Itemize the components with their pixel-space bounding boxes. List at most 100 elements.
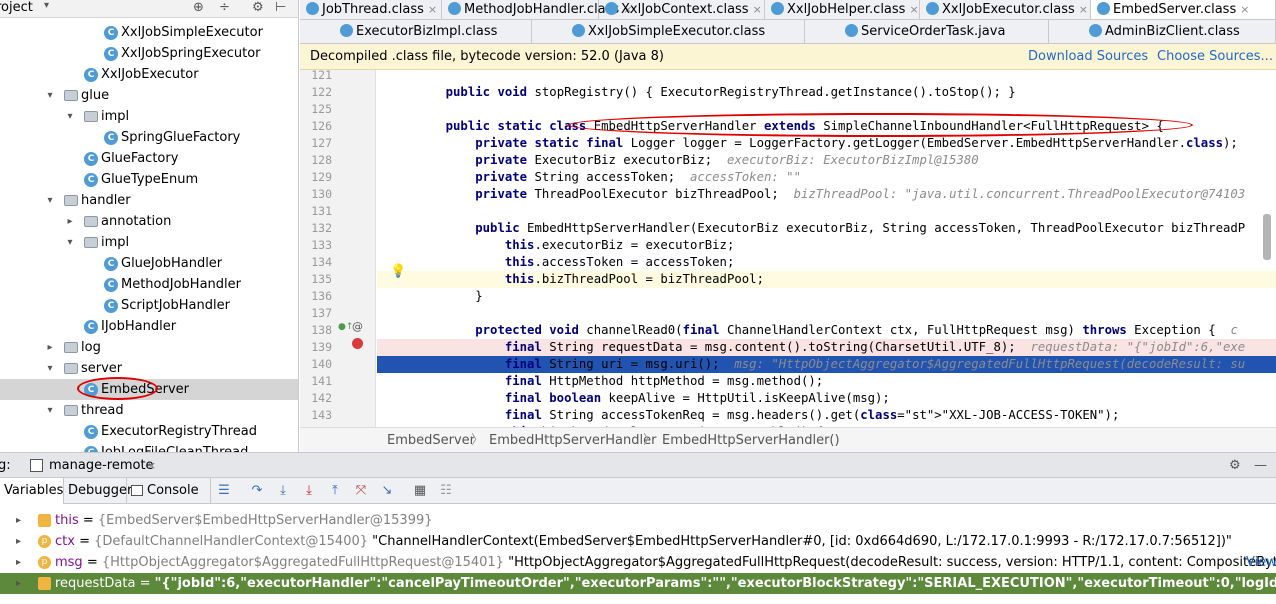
code-line[interactable]: this.accessToken = accessToken; <box>416 254 735 271</box>
gear-icon[interactable]: ⚙ <box>1229 453 1241 479</box>
tab-xxljobexecutor-class[interactable]: XxlJobExecutor.class × <box>920 0 1091 19</box>
chevron-right-icon[interactable]: ▸ <box>16 552 21 573</box>
tree-item[interactable]: C IJobHandler <box>0 316 298 337</box>
tree-item[interactable]: ▾ thread <box>0 400 298 421</box>
tree-item[interactable]: ▾ server <box>0 358 298 379</box>
tree-item[interactable]: C GlueTypeEnum <box>0 169 298 190</box>
menu-icon[interactable]: ☰ <box>216 483 232 499</box>
close-icon[interactable]: × <box>147 453 156 479</box>
variable-row[interactable]: ▸ p msg = {HttpObjectAggregator$Aggregated… <box>0 552 1276 573</box>
chevron-right-icon[interactable]: ▸ <box>16 573 21 594</box>
collapse-icon[interactable]: ÷ <box>219 0 230 15</box>
tab-methodjobhandler-class[interactable]: MethodJobHandler.class × <box>442 0 632 19</box>
step-into-icon[interactable]: ⤓ <box>275 483 291 499</box>
breadcrumb-item[interactable]: EmbedHttpServerHandler() <box>662 428 840 453</box>
evaluate-icon[interactable]: ▦ <box>412 483 428 499</box>
code-line[interactable]: final String accessTokenReq = msg.header… <box>416 407 1120 424</box>
debug-config-name[interactable]: manage-remote <box>49 453 154 479</box>
run-to-cursor-icon[interactable]: ↘ <box>379 483 395 499</box>
step-over-icon[interactable]: ↷ <box>249 483 265 499</box>
variable-row[interactable]: ▸ p ctx = {DefaultChannelHandlerContext@15… <box>0 531 1276 552</box>
code-line[interactable]: protected void channelRead0(final Channe… <box>416 322 1238 339</box>
tab-variables[interactable]: Variables <box>0 478 64 504</box>
code-line[interactable]: private String accessToken; accessToken:… <box>416 169 801 186</box>
close-icon[interactable]: × <box>753 3 762 16</box>
code-editor[interactable]: 121 122 125 126 127 128 129 130 131 132 133 134 135 1… <box>300 70 1276 427</box>
tab-embedserver-class[interactable]: EmbedServer.class × <box>1091 0 1276 19</box>
tree-item[interactable]: C SpringGlueFactory <box>0 127 298 148</box>
lightbulb-icon[interactable]: 💡 <box>390 264 406 279</box>
code-line[interactable]: } <box>416 288 482 305</box>
tab-console[interactable]: Console →* <box>127 478 211 524</box>
breadcrumb-item[interactable]: EmbedHttpServerHandler <box>489 428 656 453</box>
step-out-icon[interactable]: ⤒ <box>327 483 343 499</box>
code-line[interactable]: final boolean keepAlive = HttpUtil.isKee… <box>416 390 890 407</box>
close-icon[interactable]: × <box>1079 3 1088 16</box>
code-line[interactable]: this.executorBiz = executorBiz; <box>416 237 735 254</box>
editor-scrollbar[interactable] <box>1263 214 1271 260</box>
hide-icon[interactable]: ⊢ <box>275 0 286 15</box>
tab-xxljobsimpleexecutor-class[interactable]: XxlJobSimpleExecutor.class <box>532 20 805 43</box>
chevron-down-icon[interactable]: ▾ <box>44 85 56 106</box>
tree-item[interactable]: C GlueJobHandler <box>0 253 298 274</box>
close-icon[interactable]: × <box>428 3 437 16</box>
chevron-down-icon[interactable]: ▾ <box>64 232 76 253</box>
chevron-right-icon[interactable]: ▸ <box>44 337 56 358</box>
chevron-right-icon[interactable]: ▸ <box>16 531 21 552</box>
chevron-down-icon[interactable]: ▾ <box>44 400 56 421</box>
close-icon[interactable]: × <box>909 3 918 16</box>
gear-icon[interactable]: ⚙ <box>252 0 264 15</box>
tab-debugger[interactable]: Debugger <box>64 478 132 504</box>
variable-row[interactable]: ▸ requestData = "{"jobId":6,"executorHand… <box>0 573 1276 594</box>
tree-item[interactable]: ▸ annotation <box>0 211 298 232</box>
close-icon[interactable]: × <box>1240 3 1249 16</box>
tree-item[interactable]: C ExecutorRegistryThread <box>0 421 298 442</box>
tree-item[interactable]: ▸ log <box>0 337 298 358</box>
tab-adminbizclient-class[interactable]: AdminBizClient.class <box>1049 20 1276 43</box>
code-line[interactable]: final String uri = msg.uri(); msg: "Http… <box>416 356 1245 373</box>
code-line[interactable]: private ExecutorBiz executorBiz; executo… <box>416 152 978 169</box>
breakpoint-icon[interactable] <box>352 338 363 349</box>
tab-xxljobcontext-class[interactable]: XxlJobContext.class × <box>599 0 765 19</box>
chevron-right-icon[interactable]: ▸ <box>16 510 21 531</box>
code-line[interactable]: public EmbedHttpServerHandler(ExecutorBi… <box>416 220 1245 237</box>
tab-executorbizimpl-class[interactable]: ExecutorBizImpl.class <box>300 20 532 43</box>
tree-item[interactable]: CJobLogFileCleanThread <box>0 442 298 452</box>
tree-item[interactable]: ▾ handler <box>0 190 298 211</box>
tree-item[interactable]: C XxlJobSimpleExecutor <box>0 22 298 43</box>
hide-panel-icon[interactable]: — <box>1254 453 1267 479</box>
chevron-right-icon[interactable]: ▸ <box>64 211 76 232</box>
tree-item[interactable]: C ScriptJobHandler <box>0 295 298 316</box>
code-line[interactable]: this.bizThreadPool = bizThreadPool; <box>416 271 764 288</box>
tree-item[interactable]: ▾ impl <box>0 106 298 127</box>
tab-xxljobhelper-class[interactable]: XxlJobHelper.class × <box>765 0 920 19</box>
locate-icon[interactable]: ⊕ <box>193 0 204 15</box>
override-icon[interactable]: @ <box>352 320 363 333</box>
force-step-into-icon[interactable]: ⤓ <box>301 483 317 499</box>
tree-item[interactable]: ▾ impl <box>0 232 298 253</box>
code-line[interactable]: public void stopRegistry() { ExecutorReg… <box>416 84 1016 101</box>
chevron-down-icon[interactable]: ▾ <box>44 358 56 379</box>
tab-jobthread-class[interactable]: JobThread.class × <box>300 0 442 19</box>
code-line[interactable]: final HttpMethod httpMethod = msg.method… <box>416 373 823 390</box>
project-panel-title[interactable]: roject <box>0 0 33 15</box>
tab-serviceordertask-java[interactable]: ServiceOrderTask.java <box>805 20 1049 43</box>
breadcrumb-item[interactable]: EmbedServer <box>387 428 475 453</box>
chevron-down-icon[interactable]: ▾ <box>44 190 56 211</box>
drop-frame-icon[interactable]: ⤧ <box>353 483 369 499</box>
code-line[interactable]: private ThreadPoolExecutor bizThreadPool… <box>416 186 1245 203</box>
tree-item[interactable]: C GlueFactory <box>0 148 298 169</box>
trace-icon[interactable]: ☷ <box>438 483 454 499</box>
variable-row[interactable]: ▸ this = {EmbedServer$EmbedHttpServerHand… <box>0 510 1276 531</box>
code-line[interactable]: final String requestData = msg.content()… <box>416 339 1245 356</box>
choose-sources-link[interactable]: Choose Sources... <box>1157 44 1273 70</box>
tree-item[interactable]: ▾ glue <box>0 85 298 106</box>
view-link[interactable]: View <box>1246 552 1276 573</box>
chevron-down-icon[interactable]: ▾ <box>64 106 76 127</box>
tree-item[interactable]: C XxlJobExecutor <box>0 64 298 85</box>
download-sources-link[interactable]: Download Sources <box>1028 44 1148 70</box>
project-dropdown-icon[interactable]: ▾ <box>44 0 49 11</box>
editor-gutter[interactable]: 121 122 125 126 127 128 129 130 131 132 133 134 135 1… <box>300 70 376 427</box>
code-line[interactable]: private static final Logger logger = Log… <box>416 135 1238 152</box>
tree-item[interactable]: C XxlJobSpringExecutor <box>0 43 298 64</box>
